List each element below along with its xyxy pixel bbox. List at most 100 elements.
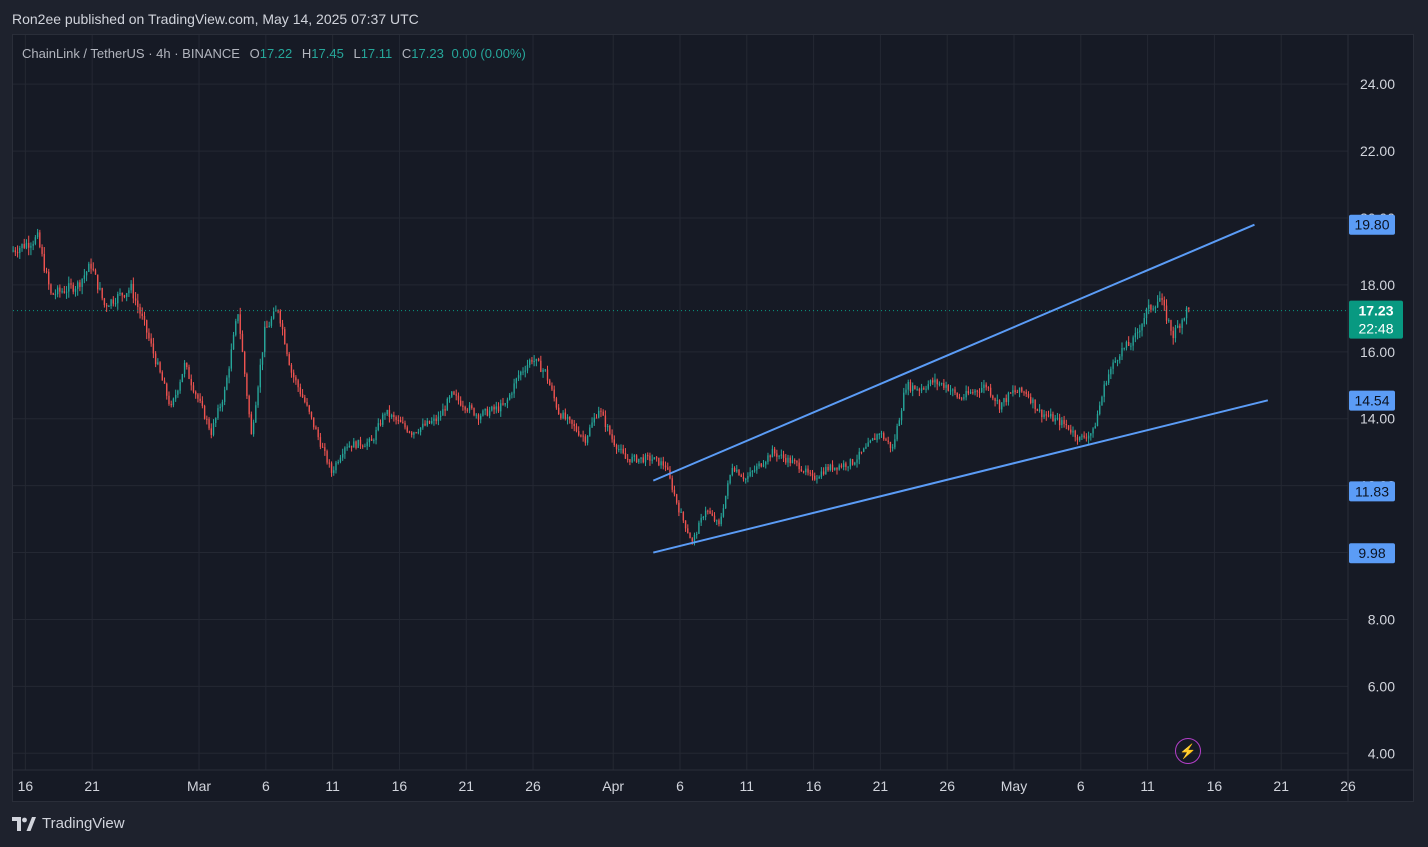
- candle-up: [818, 476, 820, 479]
- candle-up: [702, 517, 705, 519]
- candle-up: [130, 283, 132, 291]
- candle-down: [960, 398, 963, 400]
- candle-up: [451, 391, 453, 397]
- x-tick-label: Apr: [602, 778, 624, 794]
- candle-up: [834, 467, 836, 470]
- candle-up: [119, 292, 121, 295]
- candlestick-chart[interactable]: 4.006.008.0010.0012.0014.0016.0018.0020.…: [0, 0, 1428, 847]
- candle-up: [255, 405, 257, 423]
- candle-down: [785, 457, 787, 463]
- candle-up: [34, 237, 37, 244]
- candle-up: [1123, 347, 1125, 349]
- candle-up: [468, 405, 471, 411]
- candle-down: [248, 395, 250, 415]
- candle-up: [1078, 436, 1081, 441]
- candle-down: [328, 462, 330, 464]
- candle-up: [54, 294, 57, 296]
- candle-up: [744, 478, 747, 480]
- candle-down: [146, 320, 148, 333]
- candle-down: [675, 494, 678, 503]
- candle-down: [549, 380, 551, 386]
- candle-down: [94, 269, 97, 275]
- candle-up: [949, 390, 952, 392]
- candle-down: [424, 423, 426, 426]
- candle-up: [996, 400, 998, 402]
- candle-up: [566, 416, 569, 419]
- candle-down: [103, 298, 106, 306]
- candle-down: [822, 471, 825, 475]
- candle-down: [800, 469, 803, 472]
- candle-up: [517, 375, 520, 379]
- candle-up: [1099, 405, 1101, 414]
- candle-up: [1112, 362, 1114, 369]
- candle-down: [92, 268, 94, 270]
- y-tick-label: 4.00: [1368, 745, 1395, 761]
- candle-up: [99, 288, 101, 290]
- candle-up: [177, 390, 179, 395]
- candle-up: [940, 383, 943, 385]
- candle-up: [157, 362, 159, 365]
- candle-down: [313, 417, 315, 428]
- candle-up: [945, 385, 947, 388]
- candle-down: [288, 354, 290, 365]
- candle-down: [992, 395, 994, 399]
- candle-up: [680, 511, 682, 513]
- symbol-title[interactable]: ChainLink / TetherUS · 4h · BINANCE: [22, 46, 240, 61]
- candle-up: [426, 420, 428, 426]
- candle-up: [963, 397, 965, 399]
- candle-down: [773, 448, 776, 454]
- candle-down: [72, 284, 74, 292]
- candle-down: [154, 353, 157, 365]
- candle-up: [856, 459, 858, 463]
- candle-down: [159, 362, 161, 373]
- candle-down: [851, 459, 854, 465]
- candle-up: [475, 414, 477, 416]
- candle-up: [275, 310, 277, 312]
- candle-down: [682, 511, 685, 521]
- candle-up: [749, 472, 751, 477]
- candle-down: [1047, 415, 1050, 417]
- lightning-icon[interactable]: ⚡: [1175, 738, 1201, 764]
- candle-down: [883, 433, 885, 440]
- candle-up: [876, 434, 878, 440]
- price-labels: 19.80 14.54 11.83 9.98 17.23 22:48: [1349, 214, 1403, 564]
- candle-down: [889, 441, 892, 448]
- candle-up: [1018, 387, 1021, 393]
- candle-up: [56, 287, 59, 295]
- candle-down: [137, 300, 139, 308]
- candle-down: [70, 283, 72, 285]
- candle-up: [377, 423, 379, 430]
- candle-down: [932, 380, 934, 383]
- close-label: C: [401, 46, 412, 61]
- candle-up: [500, 403, 502, 412]
- candle-up: [1061, 420, 1063, 426]
- candle-up: [364, 446, 366, 448]
- candle-down: [809, 472, 811, 474]
- candle-up: [439, 415, 442, 417]
- candle-down: [310, 411, 313, 418]
- candle-up: [1174, 327, 1177, 339]
- candle-up: [606, 426, 609, 428]
- candle-down: [954, 389, 956, 393]
- candle-down: [947, 385, 950, 391]
- tradingview-logo-icon: [12, 816, 36, 831]
- candle-down: [936, 379, 938, 385]
- candle-down: [978, 391, 981, 393]
- candle-up: [68, 283, 70, 292]
- x-tick-label: 26: [939, 778, 955, 794]
- candle-down: [1030, 396, 1032, 403]
- candle-down: [918, 389, 921, 391]
- candle-down: [1076, 437, 1079, 441]
- candle-down: [1041, 409, 1043, 418]
- candle-down: [295, 377, 297, 381]
- candle-up: [878, 433, 880, 435]
- candle-up: [488, 410, 491, 416]
- countdown-label: 22:48: [1358, 321, 1393, 337]
- candle-up: [698, 522, 700, 534]
- candle-up: [1152, 308, 1154, 310]
- price-label: 9.98: [1358, 545, 1385, 561]
- candle-up: [871, 438, 874, 441]
- open-label: O: [249, 46, 260, 61]
- candle-up: [375, 429, 377, 441]
- candle-up: [952, 389, 954, 391]
